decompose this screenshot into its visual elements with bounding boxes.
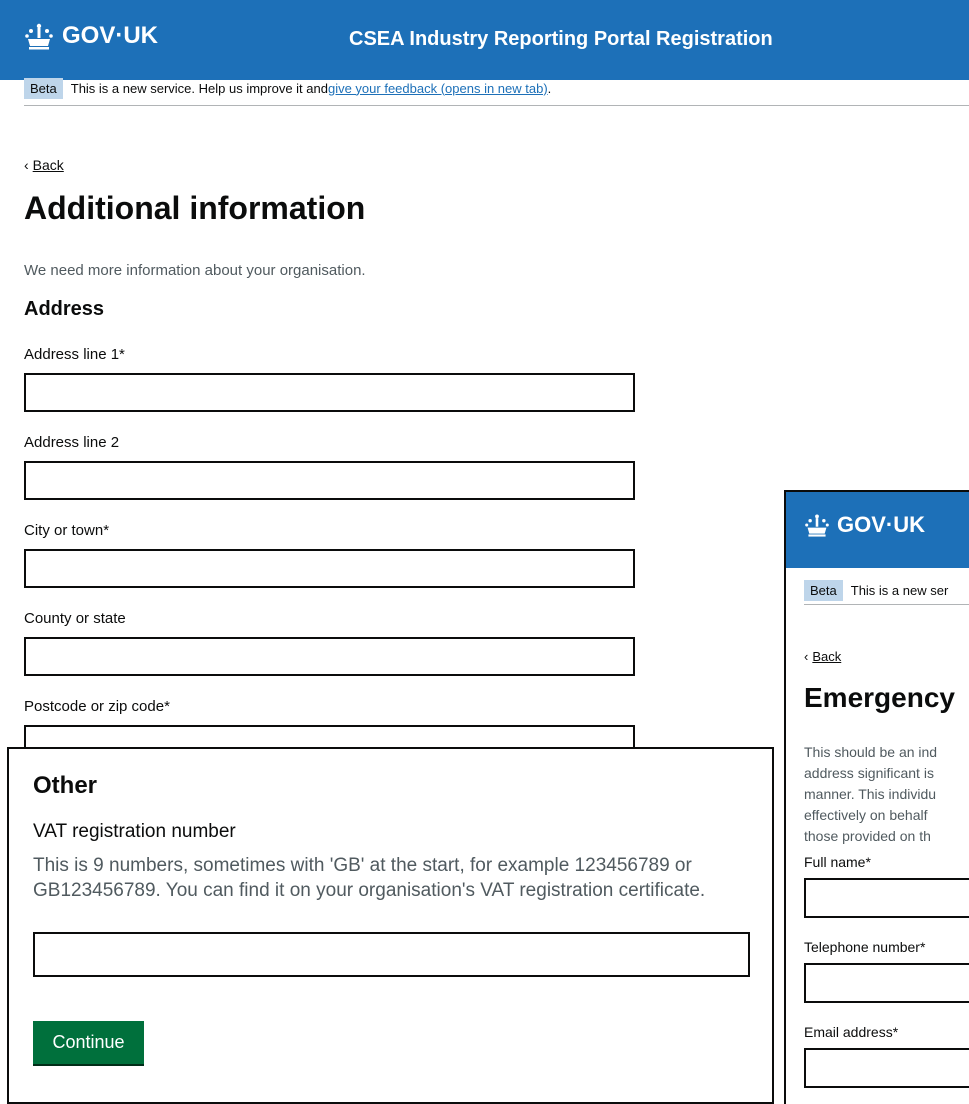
back-link[interactable]: ‹ Back <box>24 157 64 173</box>
county-input[interactable] <box>24 637 635 676</box>
side-beta-banner: Beta This is a new ser <box>804 579 949 601</box>
full-name-input[interactable] <box>804 878 969 918</box>
side-header: GOV·UK <box>786 492 969 568</box>
govuk-logo-link[interactable]: GOV·UK <box>24 22 158 50</box>
other-heading: Other <box>33 772 98 799</box>
beta-text: This is a new service. Help us improve i… <box>70 80 328 96</box>
beta-suffix: . <box>547 80 552 96</box>
chevron-left-icon: ‹ <box>804 649 809 664</box>
email-label: Email address* <box>804 1024 899 1040</box>
postcode-input[interactable] <box>24 725 635 748</box>
side-body-line: This should be an ind <box>804 744 938 760</box>
side-back-link[interactable]: ‹ Back <box>804 649 841 664</box>
crown-icon <box>805 514 829 537</box>
city-input[interactable] <box>24 549 635 588</box>
vat-input[interactable] <box>33 932 750 977</box>
back-label: Back <box>32 157 64 173</box>
vat-hint: This is 9 numbers, sometimes with 'GB' a… <box>33 855 706 901</box>
beta-tag: Beta <box>24 77 63 99</box>
side-body-line: address significant is <box>804 765 934 781</box>
logo-text: GOV·UK <box>62 22 158 49</box>
beta-banner: Beta This is a new service. Help us impr… <box>24 77 552 99</box>
telephone-input[interactable] <box>804 963 969 1003</box>
vat-label: VAT registration number <box>33 821 236 842</box>
side-body-line: those provided on th <box>804 828 931 844</box>
beta-divider <box>24 105 969 106</box>
service-name-link[interactable]: CSEA Industry Reporting Portal Registrat… <box>349 28 773 51</box>
address-line-1-label: Address line 1* <box>24 346 125 363</box>
address-line-2-label: Address line 2 <box>24 434 120 451</box>
side-page-title: Emergency <box>804 682 955 713</box>
address-line-2-input[interactable] <box>24 461 635 500</box>
address-heading: Address <box>24 298 105 320</box>
side-body-line: manner. This individu <box>804 786 937 802</box>
crown-icon <box>25 23 53 50</box>
chevron-left-icon: ‹ <box>24 157 29 173</box>
feedback-link[interactable]: give your feedback (opens in new tab) <box>328 81 548 96</box>
county-label: County or state <box>24 610 126 627</box>
email-input[interactable] <box>804 1048 969 1088</box>
other-panel: Other VAT registration number This is 9 … <box>7 747 774 1104</box>
full-name-label: Full name* <box>804 854 871 870</box>
side-body-line: effectively on behalf <box>804 807 928 823</box>
page-title: Additional information <box>24 190 366 226</box>
side-panel: GOV·UK Beta This is a new ser ‹ Back Emer… <box>784 490 969 1104</box>
side-back-label: Back <box>812 649 842 664</box>
side-beta-text: This is a new ser <box>850 582 949 598</box>
postcode-label: Postcode or zip code* <box>24 698 170 715</box>
side-logo-text: GOV·UK <box>837 512 925 537</box>
lead-text: We need more information about your orga… <box>24 262 366 279</box>
address-line-1-input[interactable] <box>24 373 635 412</box>
city-label: City or town* <box>24 522 110 539</box>
side-govuk-logo-link[interactable]: GOV·UK <box>804 512 925 538</box>
continue-button[interactable]: Continue <box>33 1021 144 1064</box>
side-beta-tag: Beta <box>804 579 843 601</box>
telephone-label: Telephone number* <box>804 939 926 955</box>
side-beta-divider <box>804 604 969 605</box>
